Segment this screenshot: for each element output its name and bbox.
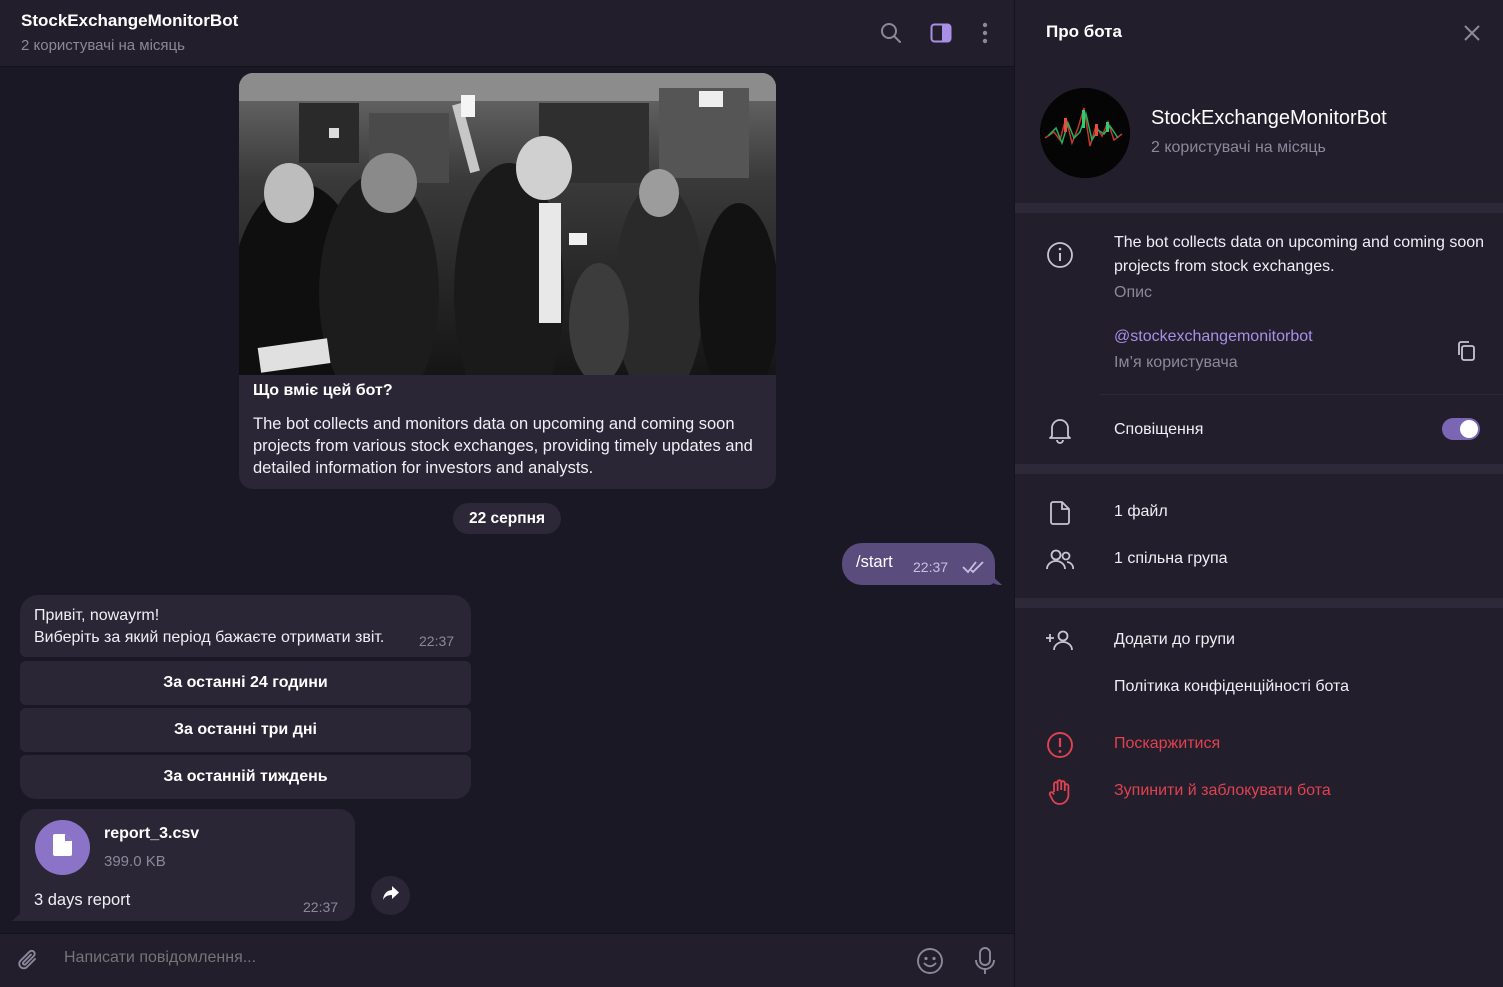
outgoing-message[interactable]: /start 22:37 — [842, 543, 995, 585]
info-icon — [1045, 240, 1075, 270]
intro-photo[interactable] — [239, 73, 776, 375]
more-menu-icon[interactable] — [972, 20, 998, 46]
toggle-knob — [1460, 420, 1478, 438]
message-input[interactable] — [64, 949, 884, 967]
date-separator: 22 серпня — [453, 503, 561, 534]
file-message[interactable]: report_3.csv 399.0 KB 3 days report 22:3… — [20, 809, 355, 921]
outgoing-message-text: /start — [856, 553, 893, 571]
bot-info-panel: Про бота StockExchangeMonitorBot 2 корис… — [1014, 0, 1503, 987]
forward-button[interactable] — [371, 876, 410, 915]
chat-header[interactable]: StockExchangeMonitorBot 2 користувачі на… — [0, 0, 1014, 67]
bot-subscribers: 2 користувачі на місяць — [1151, 139, 1326, 156]
report-button[interactable]: Поскаржитися — [1114, 735, 1220, 753]
privacy-policy-button[interactable]: Політика конфіденційності бота — [1114, 678, 1349, 696]
chat-title[interactable]: StockExchangeMonitorBot — [21, 11, 238, 31]
notifications-label: Сповіщення — [1114, 421, 1204, 438]
incoming-message-text: Привіт, nowayrm! Виберіть за який період… — [34, 605, 384, 649]
file-icon — [1045, 498, 1075, 528]
keyboard-button-3days[interactable]: За останні три дні — [20, 708, 471, 752]
group-icon — [1045, 545, 1075, 575]
chat-area: StockExchangeMonitorBot 2 користувачі на… — [0, 0, 1014, 987]
shared-files-item[interactable]: 1 файл — [1114, 503, 1168, 521]
username-label: Ім’я користувача — [1114, 354, 1238, 371]
message-list[interactable]: Що вміє цей бот? The bot collects and mo… — [0, 68, 1014, 932]
greeting-line: Привіт, nowayrm! — [34, 607, 160, 624]
attach-icon[interactable] — [14, 946, 44, 976]
close-icon[interactable] — [1459, 20, 1485, 46]
section-divider — [1015, 203, 1503, 213]
forward-arrow-icon — [382, 885, 400, 906]
add-to-group-button[interactable]: Додати до групи — [1114, 631, 1235, 649]
section-divider — [1015, 464, 1503, 474]
document-icon — [51, 832, 75, 863]
bot-description: The bot collects data on upcoming and co… — [1114, 234, 1485, 275]
sidebar-toggle-icon[interactable] — [928, 20, 954, 46]
microphone-icon[interactable] — [970, 946, 1000, 976]
bot-avatar[interactable] — [1040, 88, 1130, 178]
block-bot-button[interactable]: Зупинити й заблокувати бота — [1114, 782, 1331, 800]
telegram-window: StockExchangeMonitorBot 2 користувачі на… — [0, 0, 1503, 987]
file-message-time: 22:37 — [303, 899, 339, 915]
incoming-message[interactable]: Привіт, nowayrm! Виберіть за який період… — [20, 595, 471, 657]
panel-title: Про бота — [1046, 22, 1122, 41]
row-divider — [1100, 394, 1503, 395]
notifications-toggle[interactable] — [1442, 418, 1480, 440]
keyboard-button-24h[interactable]: За останні 24 години — [20, 661, 471, 705]
bot-name: StockExchangeMonitorBot — [1151, 107, 1387, 129]
keyboard-button-week[interactable]: За останній тиждень — [20, 755, 471, 799]
stop-hand-icon — [1045, 777, 1075, 807]
bell-icon — [1045, 415, 1075, 445]
section-divider — [1015, 598, 1503, 608]
read-checkmark-icon — [962, 560, 986, 579]
incoming-message-time: 22:37 — [419, 633, 455, 649]
file-name[interactable]: report_3.csv — [104, 825, 199, 843]
search-icon[interactable] — [878, 20, 904, 46]
intro-text: The bot collects and monitors data on up… — [253, 415, 753, 477]
warning-icon — [1045, 730, 1075, 760]
emoji-icon[interactable] — [915, 946, 945, 976]
file-download-button[interactable] — [35, 820, 90, 875]
common-groups-item[interactable]: 1 спільна група — [1114, 550, 1228, 568]
prompt-line: Виберіть за який період бажаєте отримати… — [34, 629, 385, 646]
bot-username-link[interactable]: @stockexchangemonitorbot — [1114, 328, 1313, 346]
bot-intro-card: Що вміє цей бот? The bot collects and mo… — [239, 73, 776, 489]
chat-subtitle: 2 користувачі на місяць — [21, 37, 185, 54]
intro-title: Що вміє цей бот? — [253, 382, 393, 399]
add-user-icon — [1045, 626, 1075, 656]
copy-icon[interactable] — [1452, 337, 1480, 365]
description-label: Опис — [1114, 284, 1153, 301]
message-composer — [0, 933, 1014, 987]
file-caption: 3 days report — [34, 891, 131, 909]
outgoing-message-time: 22:37 — [913, 559, 949, 575]
file-size: 399.0 KB — [104, 853, 166, 870]
